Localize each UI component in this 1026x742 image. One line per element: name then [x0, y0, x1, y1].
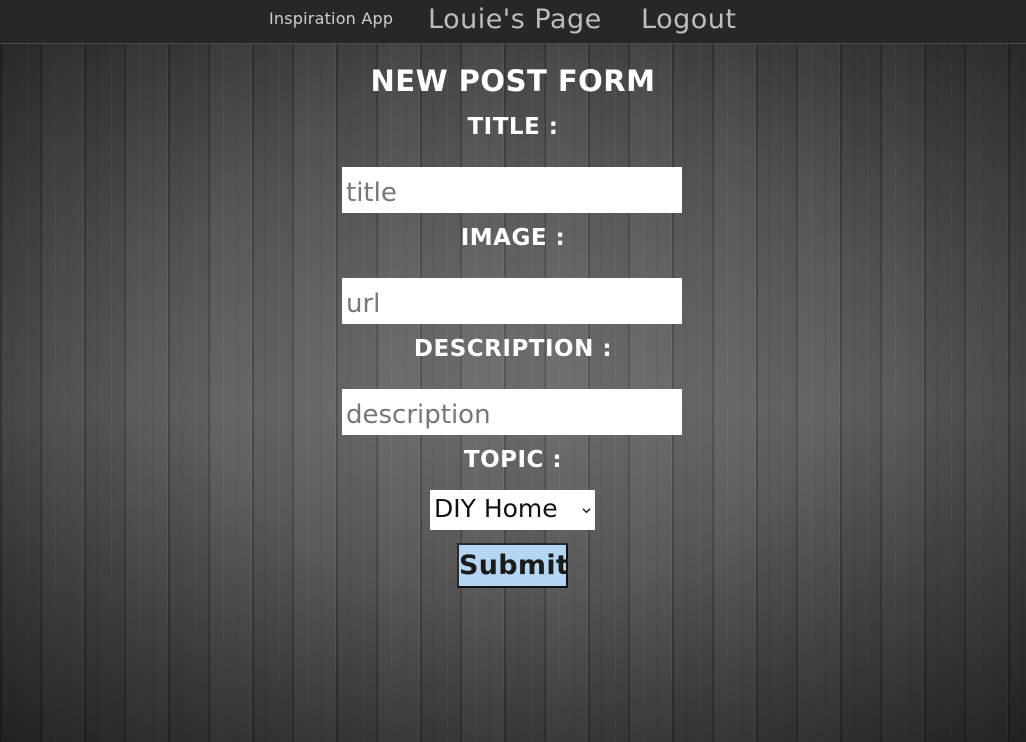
image-url-input[interactable] — [342, 278, 682, 324]
title-input[interactable] — [342, 167, 682, 213]
logout-link[interactable]: Logout — [641, 4, 736, 35]
submit-button[interactable]: Submit — [457, 543, 569, 588]
navbar: Inspiration App Louie's Page Logout — [0, 0, 1026, 44]
image-label: IMAGE : — [460, 225, 566, 251]
topic-select[interactable]: DIY Home — [430, 490, 595, 530]
topic-select-value: DIY Home — [434, 494, 558, 523]
brand-logo-text[interactable]: Inspiration App — [269, 9, 393, 28]
topic-label: TOPIC : — [463, 447, 563, 473]
form-heading: NEW POST FORM — [370, 64, 656, 98]
description-label: DESCRIPTION : — [413, 336, 613, 362]
profile-link[interactable]: Louie's Page — [428, 4, 602, 35]
title-label: TITLE : — [467, 114, 559, 140]
description-input[interactable] — [342, 389, 682, 435]
chevron-down-icon — [582, 508, 591, 514]
